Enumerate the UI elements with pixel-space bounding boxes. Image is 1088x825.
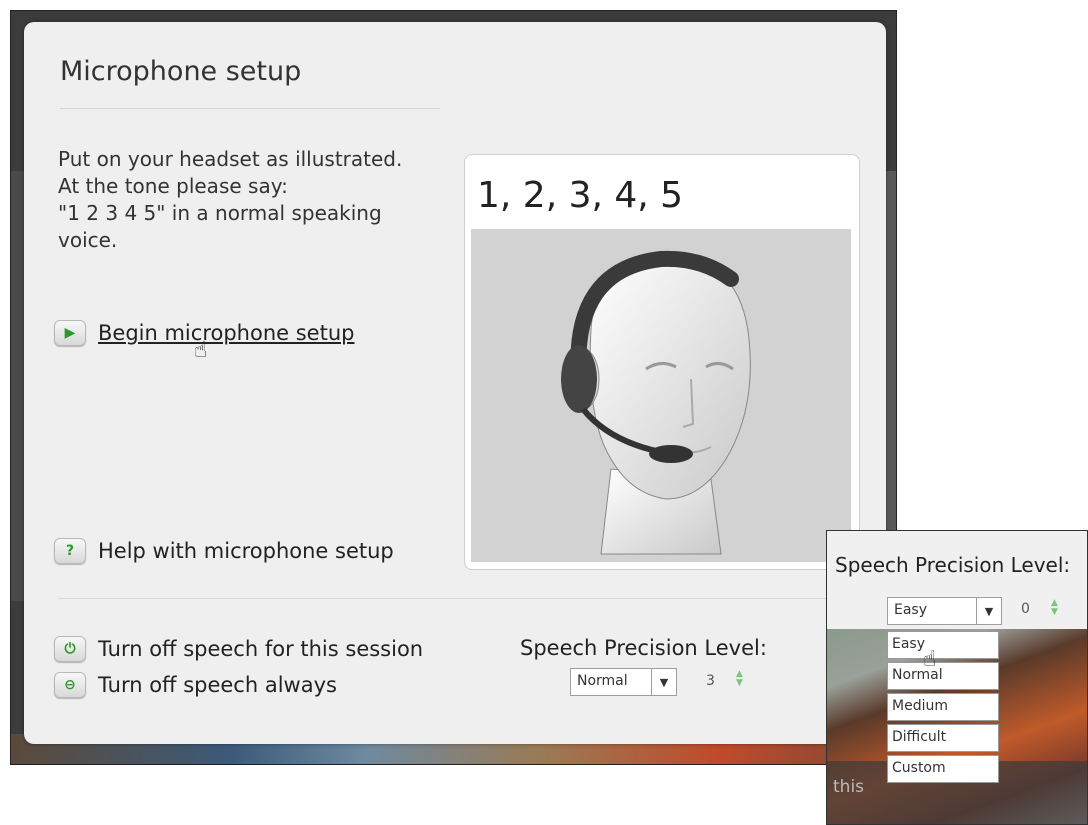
headset-illustration-card: 1, 2, 3, 4, 5 bbox=[464, 154, 860, 570]
dropdown-zoom-inset: this Speech Precision Level: Easy ▼ 0 ▲ ▼… bbox=[826, 530, 1088, 825]
precision-level-select[interactable]: Normal ▼ bbox=[570, 668, 677, 696]
inset-precision-label: Speech Precision Level: bbox=[835, 553, 1071, 577]
inset-selected-value: Easy bbox=[894, 602, 928, 618]
section-divider bbox=[58, 598, 858, 599]
backdrop-left-edge bbox=[11, 171, 25, 601]
play-icon: ▶ bbox=[54, 320, 86, 346]
dropdown-option-normal[interactable]: Normal bbox=[887, 662, 999, 690]
help-icon: ? bbox=[54, 538, 86, 564]
precision-level-label: Speech Precision Level: bbox=[520, 636, 767, 660]
headset-head-image bbox=[561, 250, 751, 555]
hand-cursor-icon: ☝ bbox=[923, 647, 937, 672]
precision-stepper[interactable]: ▲ ▼ bbox=[736, 670, 743, 688]
dropdown-option-easy[interactable]: Easy bbox=[887, 631, 999, 659]
dropdown-option-custom[interactable]: Custom bbox=[887, 755, 999, 783]
headset-illustration bbox=[471, 229, 851, 562]
minus-circle-icon: ⊖ bbox=[54, 672, 86, 698]
instruction-line: voice. bbox=[58, 228, 118, 252]
inset-precision-stepper[interactable]: ▲ ▼ bbox=[1051, 599, 1058, 617]
turn-off-session-label: Turn off speech for this session bbox=[98, 637, 424, 661]
precision-number: 3 bbox=[706, 673, 715, 689]
microphone-setup-dialog: Microphone setup Put on your headset as … bbox=[24, 22, 886, 744]
instruction-line: At the tone please say: bbox=[58, 174, 288, 198]
dropdown-option-difficult[interactable]: Difficult bbox=[887, 724, 999, 752]
dialog-title: Microphone setup bbox=[60, 56, 302, 87]
precision-dropdown-list: Easy Normal Medium Difficult Custom bbox=[887, 631, 999, 786]
inset-precision-number: 0 bbox=[1021, 601, 1030, 617]
hand-cursor-icon: ☝ bbox=[194, 338, 208, 363]
inset-precision-select[interactable]: Easy ▼ bbox=[887, 597, 1002, 625]
help-microphone-setup-link[interactable]: ? Help with microphone setup bbox=[54, 538, 394, 564]
illustration-text: 1, 2, 3, 4, 5 bbox=[477, 175, 684, 216]
precision-selected-value: Normal bbox=[577, 673, 628, 689]
turn-off-speech-always-button[interactable]: ⊖ Turn off speech always bbox=[54, 672, 337, 698]
help-label: Help with microphone setup bbox=[98, 539, 394, 563]
title-divider bbox=[60, 108, 440, 109]
instruction-line: Put on your headset as illustrated. bbox=[58, 147, 403, 171]
chevron-down-icon: ▼ bbox=[976, 598, 1001, 624]
dropdown-option-medium[interactable]: Medium bbox=[887, 693, 999, 721]
power-icon: ⏻ bbox=[54, 636, 86, 662]
instructions: Put on your headset as illustrated. At t… bbox=[58, 146, 438, 254]
inset-caption: this bbox=[833, 777, 865, 797]
begin-label: Begin microphone setup bbox=[98, 321, 355, 345]
chevron-down-icon: ▼ bbox=[651, 669, 676, 695]
instruction-line: "1 2 3 4 5" in a normal speaking bbox=[58, 201, 382, 225]
turn-off-speech-session-button[interactable]: ⏻ Turn off speech for this session bbox=[54, 636, 423, 662]
turn-off-always-label: Turn off speech always bbox=[98, 673, 337, 697]
